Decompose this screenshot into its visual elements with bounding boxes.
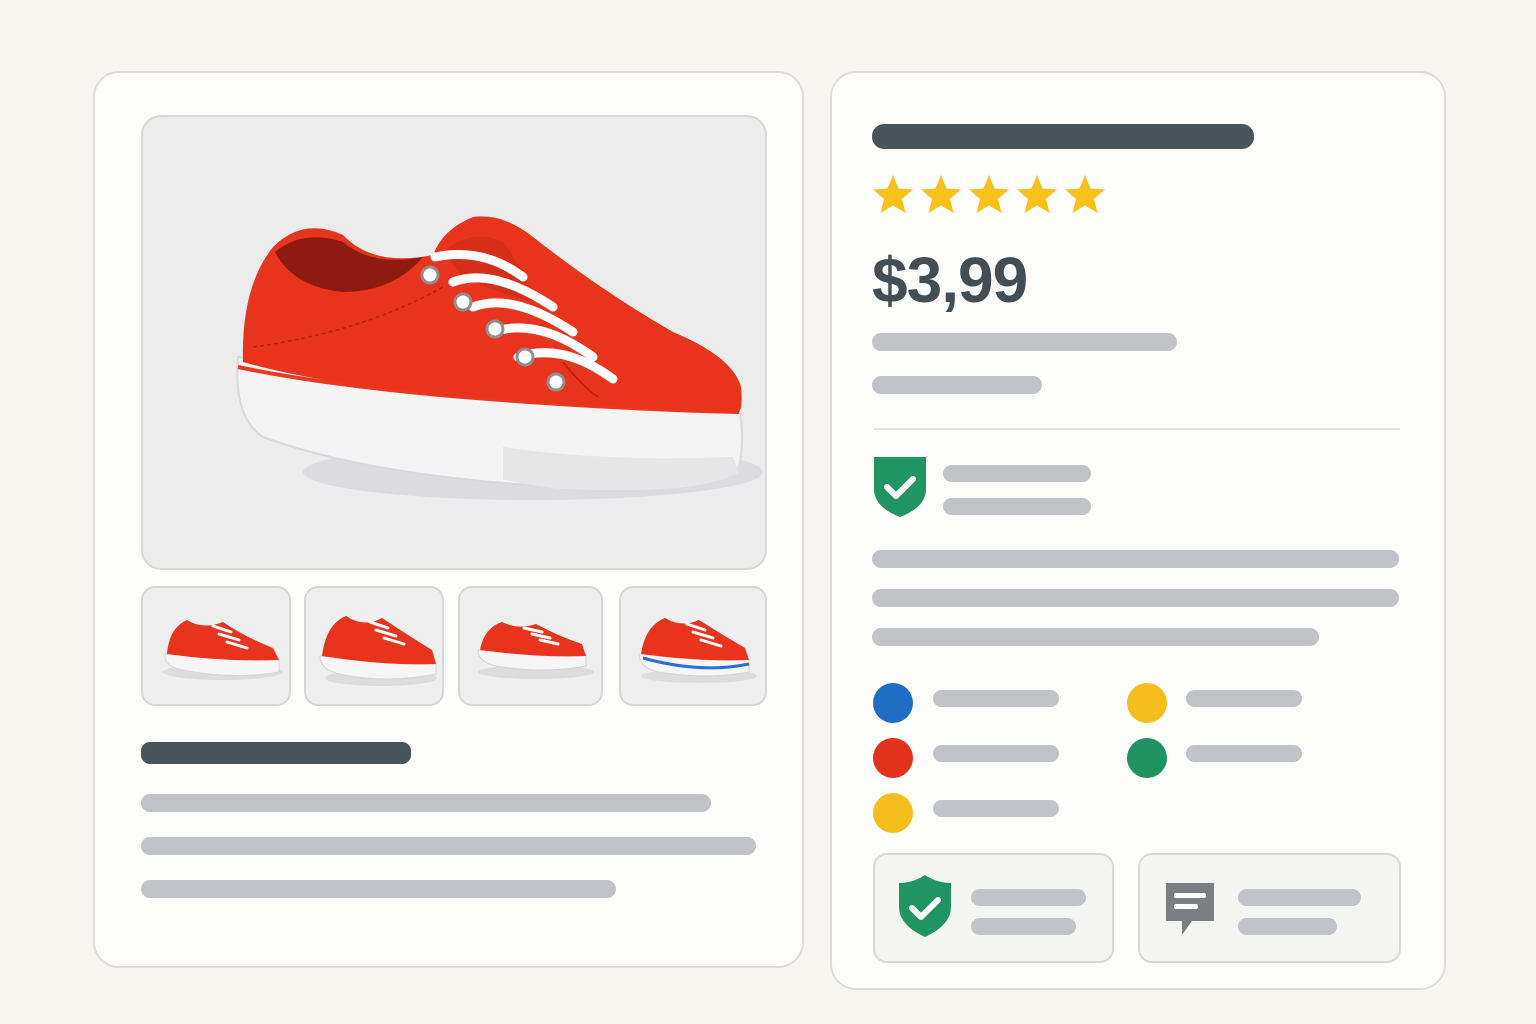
color-swatch-red[interactable] (873, 738, 913, 778)
product-details-card: $3,99 (830, 71, 1446, 990)
shield-check-icon (874, 457, 926, 517)
section-divider (874, 428, 1400, 430)
secure-purchase-box[interactable] (873, 853, 1114, 963)
subtitle-line-placeholder (872, 376, 1042, 394)
guarantee-line-placeholder (943, 498, 1091, 515)
color-swatch-green[interactable] (1127, 738, 1167, 778)
color-swatch-yellow-2[interactable] (873, 793, 913, 833)
color-swatch-blue[interactable] (873, 683, 913, 723)
description-heading-placeholder (141, 742, 411, 764)
swatch-label-placeholder (933, 745, 1059, 762)
box-line-placeholder (1238, 889, 1361, 906)
box-line-placeholder (971, 889, 1086, 906)
description-line-placeholder (141, 880, 616, 898)
thumbnail-2[interactable] (304, 586, 444, 706)
box-line-placeholder (1238, 918, 1337, 935)
thumbnail-4[interactable] (619, 586, 767, 706)
main-product-image[interactable] (141, 115, 767, 570)
guarantee-line-placeholder (943, 465, 1091, 482)
swatch-label-placeholder (933, 800, 1059, 817)
color-swatch-yellow[interactable] (1127, 683, 1167, 723)
shoe-thumbnail-icon (163, 620, 283, 680)
thumbnail-3[interactable] (458, 586, 603, 706)
product-gallery-card (93, 71, 804, 968)
description-line-placeholder (141, 794, 711, 812)
shoe-thumbnail-icon (319, 616, 437, 686)
reviews-box[interactable] (1138, 853, 1401, 963)
subtitle-line-placeholder (872, 333, 1177, 351)
product-price: $3,99 (872, 244, 1028, 316)
description-line-placeholder (141, 837, 756, 855)
swatch-label-placeholder (933, 690, 1059, 707)
detail-line-placeholder (872, 589, 1399, 607)
shield-check-icon (899, 875, 951, 937)
thumbnail-1[interactable] (141, 586, 291, 706)
red-sneaker-illustration (236, 216, 763, 500)
shoe-thumbnail-icon (638, 618, 757, 683)
chat-bubble-icon (1166, 883, 1214, 935)
box-line-placeholder (971, 918, 1076, 935)
detail-line-placeholder (872, 550, 1399, 568)
swatch-label-placeholder (1186, 745, 1302, 762)
swatch-label-placeholder (1186, 690, 1302, 707)
rating-stars (872, 173, 1112, 224)
product-title-placeholder (872, 124, 1254, 149)
shoe-thumbnail-icon (477, 622, 594, 679)
detail-line-placeholder (872, 628, 1319, 646)
guarantee-badge (872, 455, 928, 524)
star-rating-icon (873, 175, 1105, 213)
